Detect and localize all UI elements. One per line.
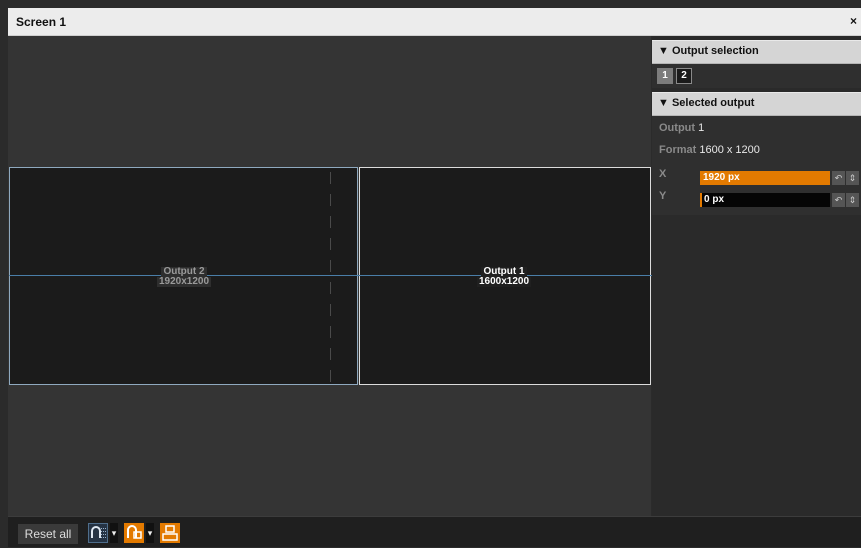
monitor-group: Output 2 1920x1200 Output 1 1600x1200 <box>9 167 652 386</box>
output-1-resolution: 1600x1200 <box>476 276 532 287</box>
x-label: X <box>659 168 667 180</box>
output-selection-buttons: 1 2 <box>652 64 861 88</box>
y-position-input[interactable]: 0 px <box>700 193 830 207</box>
output-value: 1 <box>698 122 705 134</box>
title-bar: Screen 1 × <box>8 8 861 36</box>
screen-window: Screen 1 × Output 2 1920x1200 Output 1 1… <box>0 0 861 547</box>
snap-outputs-icon[interactable] <box>124 523 144 543</box>
horizontal-guide <box>9 275 652 276</box>
bottom-toolbar: Reset all ▾ ▾ <box>8 516 861 547</box>
x-reset-icon[interactable]: ↶ <box>832 171 845 185</box>
selected-output-header[interactable]: ▼ Selected output <box>652 92 861 116</box>
output-2-label: Output 2 1920x1200 <box>144 267 224 287</box>
dashed-guide <box>330 172 331 382</box>
output-label: Output <box>659 122 696 134</box>
properties-panel: ▼ Output selection 1 2 ▼ Selected output… <box>652 36 861 516</box>
x-position-input[interactable]: 1920 px <box>700 171 830 185</box>
window-title: Screen 1 <box>16 15 67 29</box>
output-button-2[interactable]: 2 <box>676 68 692 84</box>
y-reset-icon[interactable]: ↶ <box>832 193 845 207</box>
x-stepper-icon[interactable]: ⇕ <box>846 171 859 185</box>
snap-dropdown-icon[interactable]: ▾ <box>146 523 154 543</box>
output-layout-canvas[interactable]: Output 2 1920x1200 Output 1 1600x1200 <box>8 36 652 516</box>
format-label: Format <box>659 144 697 156</box>
output-selection-section: ▼ Output selection 1 2 <box>652 40 861 88</box>
y-label: Y <box>659 190 667 202</box>
format-value: 1600 x 1200 <box>699 144 760 156</box>
output-selection-header[interactable]: ▼ Output selection <box>652 40 861 64</box>
output-2-resolution: 1920x1200 <box>156 276 212 287</box>
close-icon[interactable]: × <box>850 14 857 28</box>
y-stepper-icon[interactable]: ⇕ <box>846 193 859 207</box>
magnet-dropdown-icon[interactable]: ▾ <box>110 523 118 543</box>
reset-all-button[interactable]: Reset all <box>18 524 78 544</box>
format-row: Format 1600 x 1200 <box>659 144 760 156</box>
output-row: Output 1 <box>659 122 704 134</box>
magnet-grid-icon[interactable] <box>88 523 108 543</box>
output-1-label: Output 1 1600x1200 <box>464 267 544 287</box>
output-button-1[interactable]: 1 <box>657 68 673 84</box>
align-outputs-icon[interactable] <box>160 523 180 543</box>
